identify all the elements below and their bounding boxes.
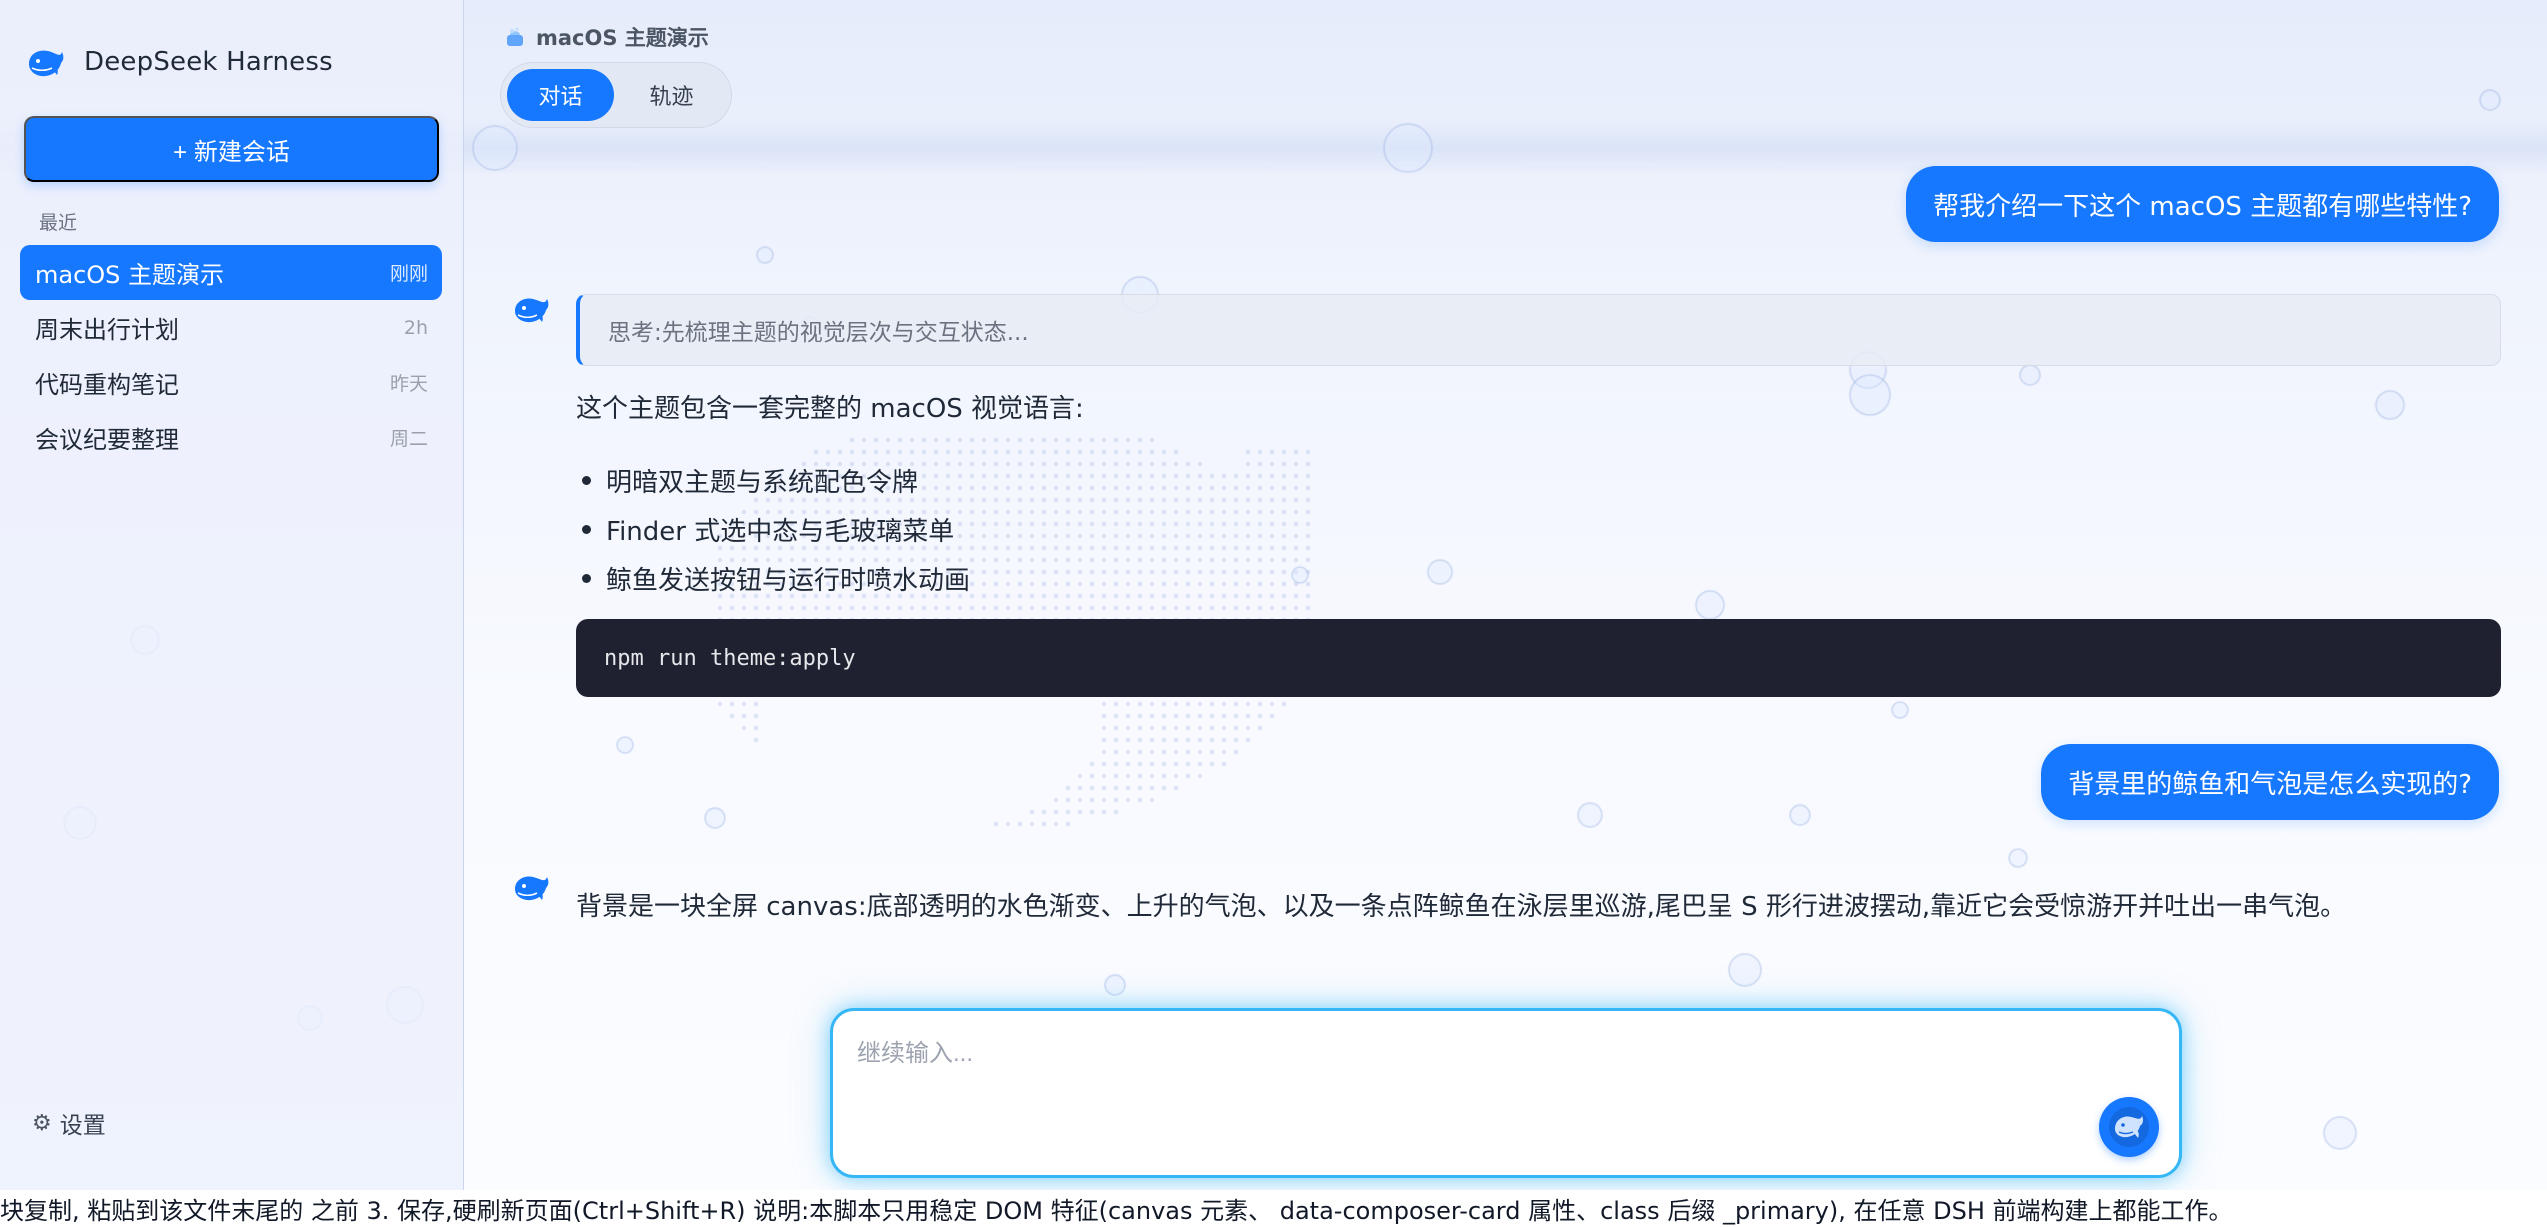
app-window: DeepSeek Harness + 新建会话 最近 macOS 主题演示 刚刚… (0, 0, 2547, 1190)
conversation-title: macOS 主题演示 (35, 261, 225, 289)
new-chat-button[interactable]: + 新建会话 (24, 116, 439, 182)
whale-tab-icon (507, 27, 523, 46)
gear-icon: ⚙ (32, 1110, 52, 1136)
conversation-title: 会议纪要整理 (35, 426, 179, 454)
conversation-title: 周末出行计划 (35, 316, 179, 344)
user-message: 帮我介绍一下这个 macOS 主题都有哪些特性? (1906, 166, 2499, 242)
conversation-list: macOS 主题演示 刚刚 周末出行计划 2h 代码重构笔记 昨天 会议纪要整理… (20, 245, 442, 465)
assistant-whale-icon (515, 876, 549, 901)
code-block[interactable]: npm run theme:apply (576, 619, 2501, 697)
conversation-item-meeting-minutes[interactable]: 会议纪要整理 周二 (20, 410, 442, 465)
app-name: DeepSeek Harness (84, 47, 333, 77)
list-item: Finder 式选中态与毛玻璃菜单 (576, 505, 970, 554)
feature-list: 明暗双主题与系统配色令牌 Finder 式选中态与毛玻璃菜单 鲸鱼发送按钮与运行… (576, 456, 970, 603)
conversation-title-heading: macOS 主题演示 (536, 26, 709, 50)
conversation-time: 周二 (389, 428, 428, 450)
page-title: macOS 主题演示 (504, 22, 709, 52)
settings-label: 设置 (59, 1113, 106, 1139)
conversation-time: 昨天 (389, 373, 428, 395)
assistant-message-intro: 这个主题包含一套完整的 macOS 视觉语言: (576, 394, 1084, 424)
list-item: 鲸鱼发送按钮与运行时喷水动画 (576, 554, 970, 603)
conversation-time: 2h (403, 316, 428, 339)
thinking-block[interactable]: 思考:先梳理主题的视觉层次与交互状态... (576, 294, 2501, 366)
composer-card (830, 1008, 2182, 1178)
conversation-time: 刚刚 (389, 263, 428, 285)
tab-trace[interactable]: 轨迹 (618, 69, 725, 121)
assistant-message: 背景是一块全屏 canvas:底部透明的水色渐变、上升的气泡、以及一条点阵鲸鱼在… (576, 892, 2347, 922)
message-input[interactable] (857, 1033, 2057, 1153)
conversation-item-weekend-trip[interactable]: 周末出行计划 2h (20, 300, 442, 355)
tab-chat[interactable]: 对话 (507, 69, 614, 121)
instruction-text: 块复制, 粘贴到该文件末尾的 之前 3. 保存,硬刷新页面(Ctrl+Shift… (0, 1190, 2547, 1227)
list-item: 明暗双主题与系统配色令牌 (576, 456, 970, 505)
send-button[interactable] (2099, 1097, 2159, 1157)
brand: DeepSeek Harness (26, 44, 333, 80)
assistant-whale-icon (515, 298, 549, 323)
view-switcher: 对话 轨迹 (500, 62, 732, 128)
settings-button[interactable]: ⚙ 设置 (32, 1106, 106, 1140)
whale-icon (29, 50, 64, 77)
recent-section-label: 最近 (39, 212, 78, 234)
conversation-item-refactor-notes[interactable]: 代码重构笔记 昨天 (20, 355, 442, 410)
whale-send-icon (2109, 1107, 2149, 1147)
chat-main: macOS 主题演示 对话 轨迹 帮我介绍一下这个 macOS 主题都有哪些特性… (464, 0, 2547, 1190)
sidebar: DeepSeek Harness + 新建会话 最近 macOS 主题演示 刚刚… (0, 0, 464, 1190)
conversation-item-macos-theme[interactable]: macOS 主题演示 刚刚 (20, 245, 442, 300)
conversation-title: 代码重构笔记 (35, 371, 179, 399)
user-message: 背景里的鲸鱼和气泡是怎么实现的? (2041, 744, 2499, 820)
